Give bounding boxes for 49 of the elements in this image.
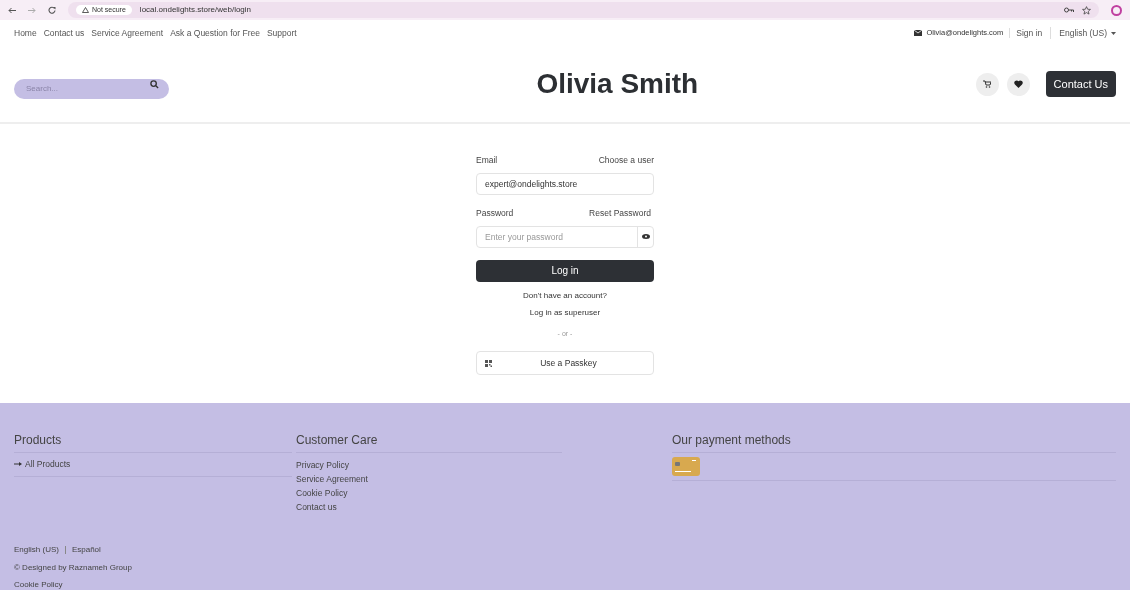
- superuser-link[interactable]: Log in as superuser: [476, 306, 654, 319]
- email-label: Email: [476, 154, 498, 167]
- copyright-text: © Designed by Raznameh Group: [14, 562, 133, 574]
- language-link[interactable]: Español: [71, 544, 101, 556]
- star-icon[interactable]: [1082, 5, 1091, 15]
- footer-link[interactable]: Service Agreement: [296, 472, 562, 486]
- credit-card-icon: [672, 457, 700, 476]
- sign-in-link[interactable]: Sign in: [1016, 26, 1043, 40]
- heart-icon: [1013, 80, 1023, 88]
- footer-heading: Our payment methods: [672, 431, 1116, 453]
- email-field[interactable]: expert@ondelights.store: [476, 172, 654, 195]
- arrow-icon: [14, 462, 22, 467]
- footer-link[interactable]: Contact us: [296, 500, 562, 514]
- cookie-policy-link[interactable]: Cookie Policy: [14, 580, 1116, 589]
- language-dropdown[interactable]: English (US): [1059, 26, 1116, 40]
- log-in-button[interactable]: Log in: [476, 259, 654, 282]
- cart-icon: [983, 80, 992, 88]
- qr-code-icon: [485, 359, 492, 367]
- nav-link[interactable]: Ask a Question for Free: [170, 26, 260, 40]
- nav-link[interactable]: Contact us: [43, 26, 85, 40]
- language-link[interactable]: English (US): [14, 544, 59, 556]
- eye-icon[interactable]: [641, 234, 650, 239]
- search-icon[interactable]: [150, 79, 159, 89]
- profile-icon[interactable]: [1111, 4, 1122, 16]
- site-title: Olivia Smith: [536, 67, 699, 101]
- footer-heading: Customer Care: [296, 431, 562, 453]
- no-account-link[interactable]: Don't have an account?: [476, 289, 654, 302]
- nav-link[interactable]: Support: [266, 26, 297, 40]
- passkey-button[interactable]: Use a Passkey: [476, 351, 654, 375]
- footer-link[interactable]: All Products: [25, 458, 71, 471]
- envelope-icon: [914, 30, 923, 36]
- password-label: Password: [476, 206, 514, 220]
- footer-link[interactable]: Privacy Policy: [296, 458, 562, 472]
- caret-icon: [1111, 31, 1116, 35]
- reset-password-link[interactable]: Reset Password: [589, 206, 651, 220]
- url-text: local.ondelights.store/web/login: [139, 4, 252, 16]
- password-field[interactable]: Enter your password: [476, 225, 654, 248]
- back-icon[interactable]: [8, 6, 16, 14]
- wishlist-button[interactable]: [1006, 72, 1030, 96]
- choose-user-link[interactable]: Choose a user: [598, 154, 654, 167]
- footer-link[interactable]: Cookie Policy: [296, 486, 562, 500]
- cart-button[interactable]: [975, 72, 999, 96]
- footer-heading: Products: [14, 431, 292, 453]
- contact-us-button[interactable]: Contact Us: [1045, 70, 1116, 98]
- warning-icon: [82, 7, 89, 13]
- reload-icon[interactable]: [48, 6, 56, 14]
- nav-link[interactable]: Service Agreement: [91, 26, 164, 40]
- key-icon[interactable]: [1064, 7, 1074, 13]
- nav-link[interactable]: Home: [14, 26, 37, 40]
